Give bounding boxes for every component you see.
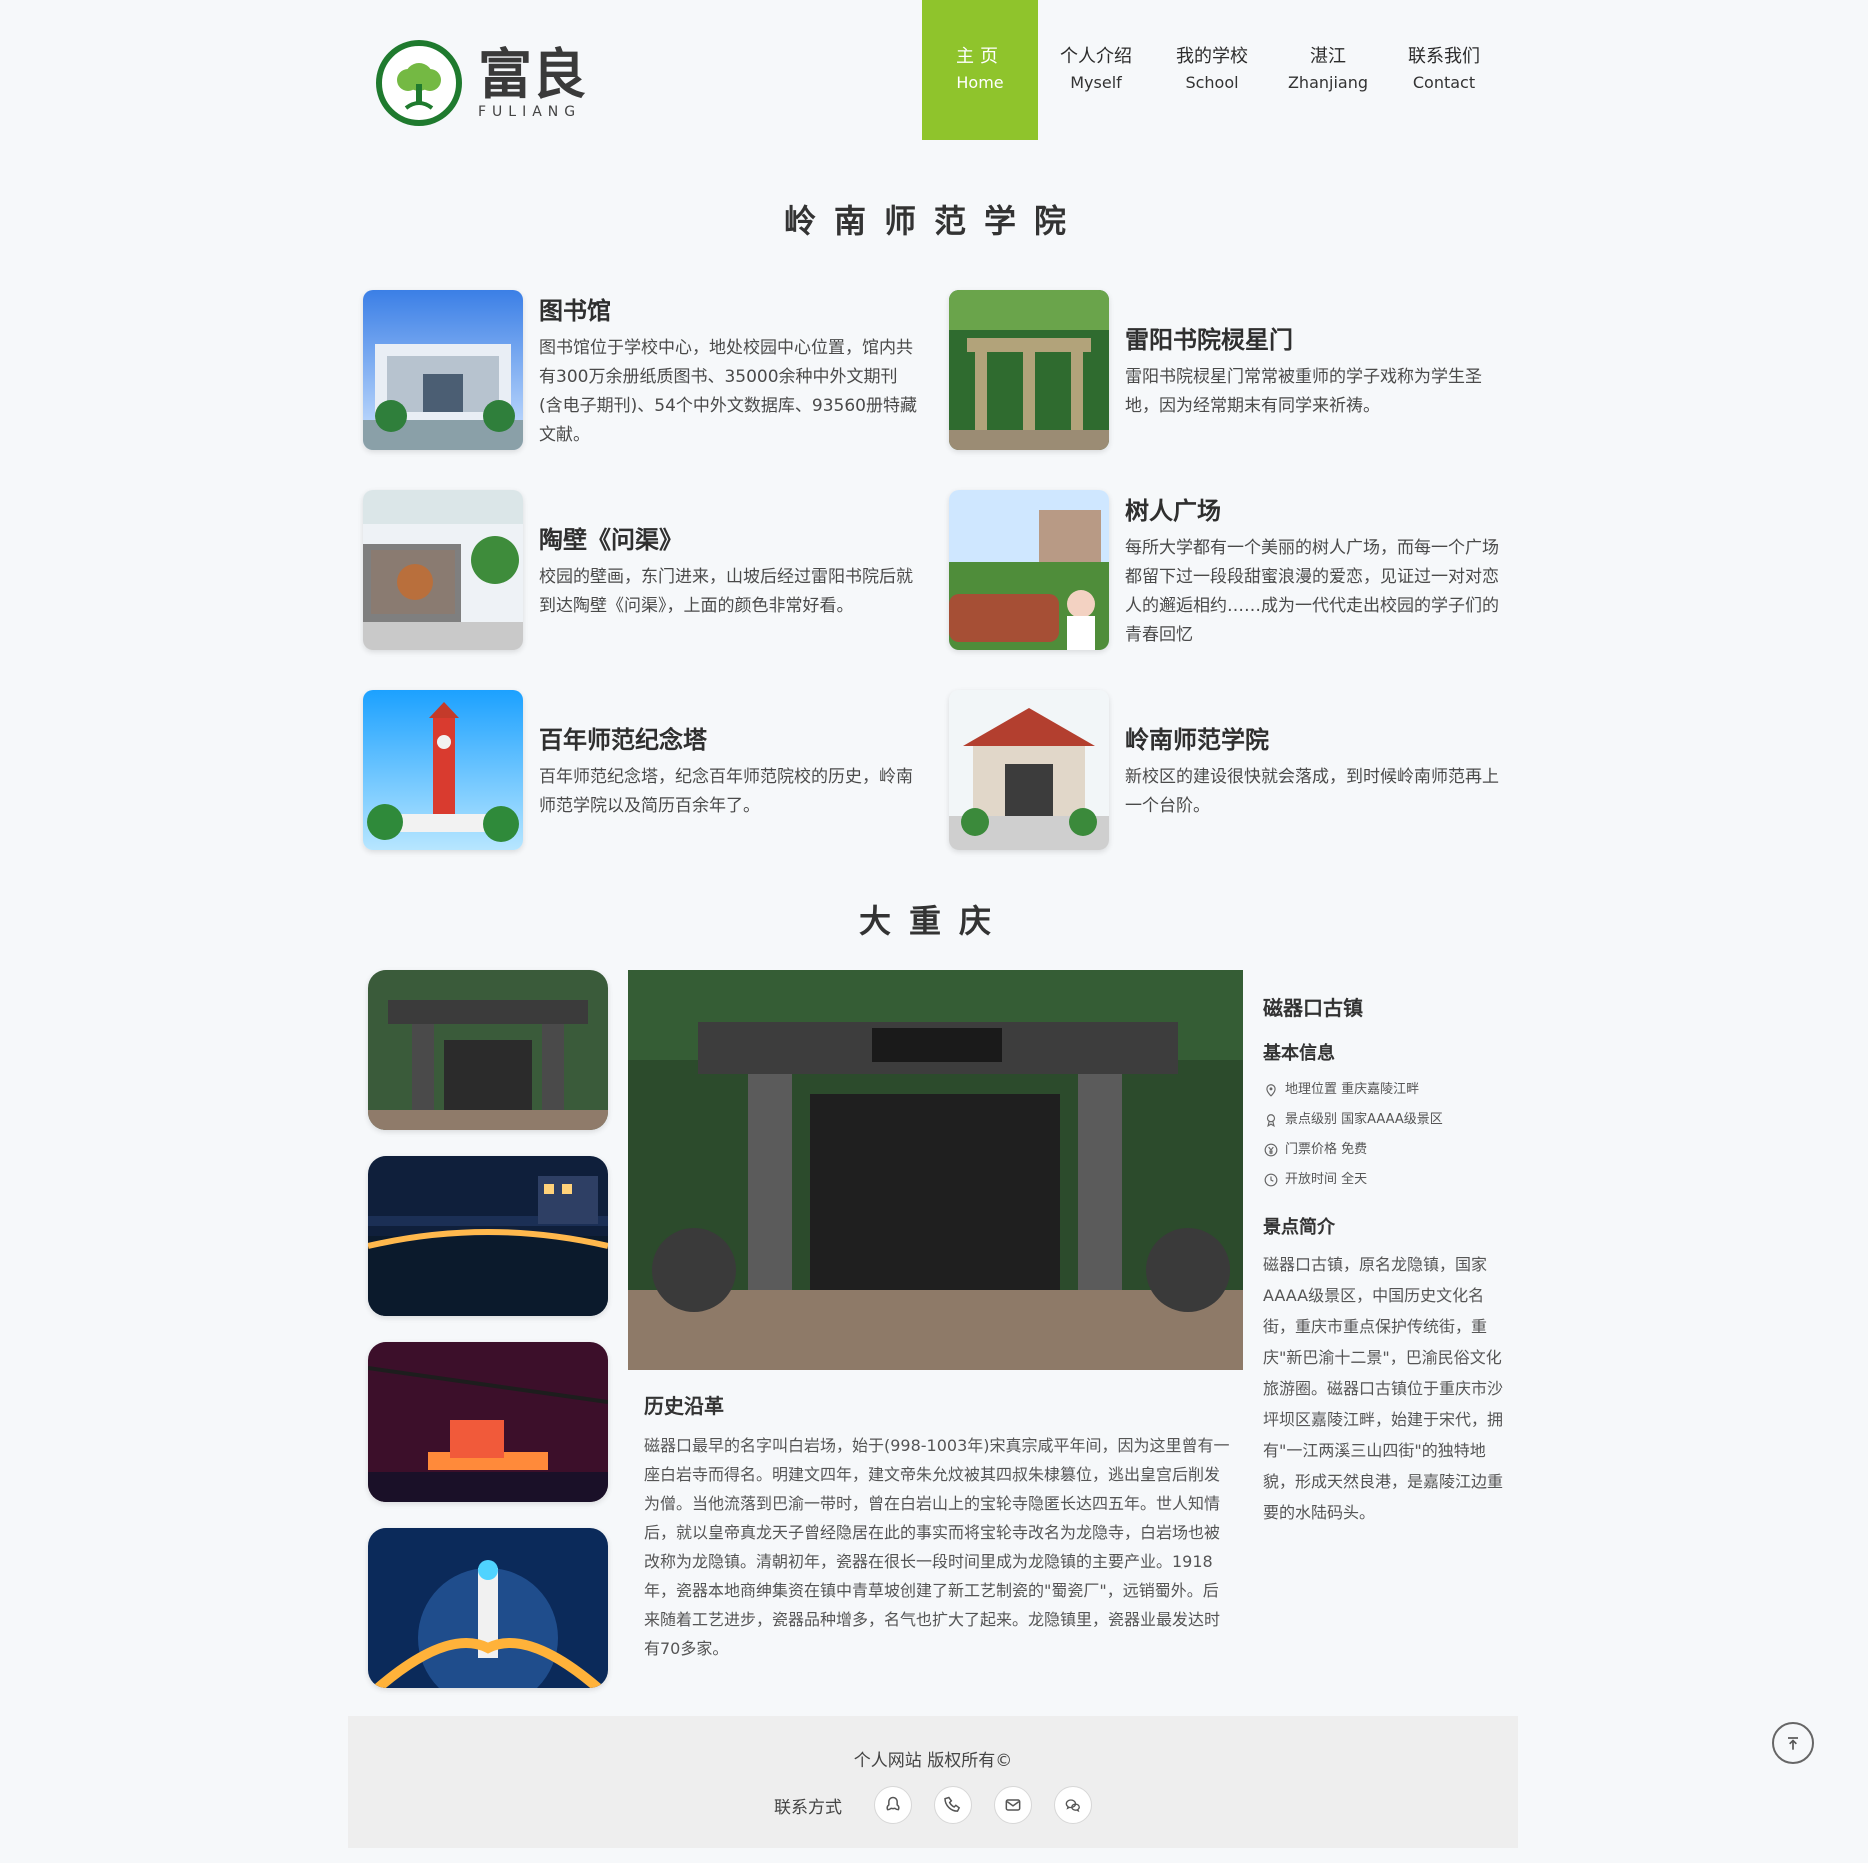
campus-card-title: 岭南师范学院 bbox=[1125, 725, 1269, 754]
history-text: 磁器口最早的名字叫白岩场，始于(998-1003年)宋真宗咸平年间，因为这里曾有… bbox=[644, 1436, 1230, 1658]
info-row-location: 地理位置 重庆嘉陵江畔 bbox=[1263, 1075, 1503, 1105]
ciqikou-main-photo bbox=[628, 970, 1243, 1370]
library-photo bbox=[363, 290, 523, 450]
footer: 个人网站 版权所有© 联系方式 bbox=[348, 1716, 1518, 1848]
campus-card-gate[interactable]: 雷阳书院棂星门 雷阳书院棂星门常常被重师的学子戏称为学生圣地，因为经常期末有同学… bbox=[949, 290, 1509, 450]
campus-gate-photo bbox=[949, 690, 1109, 850]
campus-card-body: 岭南师范学院 新校区的建设很快就会落成，到时候岭南师范再上一个台阶。 bbox=[1125, 690, 1505, 850]
info-row-price: 门票价格 免费 bbox=[1263, 1135, 1503, 1165]
page: 富良 FULIANG 主页 Home 个人介绍 Myself 我的学校 Scho… bbox=[0, 0, 1868, 1863]
nav-item-contact[interactable]: 联系我们 Contact bbox=[1386, 0, 1502, 140]
nav-myself-en: Myself bbox=[1070, 73, 1122, 92]
campus-card-body: 陶壁《问渠》 校园的壁画，东门进来，山坡后经过雷阳书院后就到达陶壁《问渠》，上面… bbox=[539, 490, 919, 650]
info-row-text: 景点级别 国家AAAA级景区 bbox=[1285, 1112, 1443, 1127]
brand[interactable]: 富良 FULIANG bbox=[376, 40, 586, 126]
main-nav: 主页 Home 个人介绍 Myself 我的学校 School 湛江 Zhanj… bbox=[922, 0, 1502, 140]
ciqikou-thumb[interactable] bbox=[368, 970, 608, 1130]
campus-card-title: 陶壁《问渠》 bbox=[539, 525, 683, 554]
mural-photo bbox=[363, 490, 523, 650]
cable-car-thumb[interactable] bbox=[368, 1342, 608, 1502]
contact-label: 联系方式 bbox=[774, 1797, 842, 1818]
info-panel: 磁器口古镇 基本信息 地理位置 重庆嘉陵江畔 景点级别 国家AAAA级景区 门票… bbox=[1263, 992, 1503, 1528]
contact-bar: 联系方式 bbox=[348, 1786, 1518, 1824]
nav-zhanjiang-en: Zhanjiang bbox=[1287, 73, 1369, 92]
jiefangbei-thumb[interactable] bbox=[368, 1528, 608, 1688]
nav-item-school[interactable]: 我的学校 School bbox=[1154, 0, 1270, 140]
info-row-text: 地理位置 重庆嘉陵江畔 bbox=[1285, 1082, 1420, 1097]
campus-card-mural[interactable]: 陶壁《问渠》 校园的壁画，东门进来，山坡后经过雷阳书院后就到达陶壁《问渠》，上面… bbox=[363, 490, 923, 650]
bridge-night-thumb[interactable] bbox=[368, 1156, 608, 1316]
nav-myself-cn: 个人介绍 bbox=[1060, 46, 1132, 67]
intro-title: 景点简介 bbox=[1263, 1217, 1335, 1238]
phone-icon[interactable] bbox=[934, 1786, 972, 1824]
nav-zhanjiang-cn: 湛江 bbox=[1310, 46, 1346, 67]
nav-home-en: Home bbox=[956, 73, 1004, 92]
campus-card-body: 百年师范纪念塔 百年师范纪念塔，纪念百年师范院校的历史，岭南师范学院以及简历百余… bbox=[539, 690, 919, 850]
award-icon bbox=[1263, 1112, 1279, 1128]
info-title: 磁器口古镇 bbox=[1263, 996, 1363, 1020]
campus-card-desc: 每所大学都有一个美丽的树人广场，而每一个广场都留下过一段段甜蜜浪漫的爱恋，见证过… bbox=[1125, 537, 1499, 645]
campus-card-tower[interactable]: 百年师范纪念塔 百年师范纪念塔，纪念百年师范院校的历史，岭南师范学院以及简历百余… bbox=[363, 690, 923, 850]
nav-contact-en: Contact bbox=[1412, 73, 1476, 92]
yen-icon bbox=[1263, 1142, 1279, 1158]
campus-card-square[interactable]: 树人广场 每所大学都有一个美丽的树人广场，而每一个广场都留下过一段段甜蜜浪漫的爱… bbox=[949, 490, 1509, 650]
history-title: 历史沿革 bbox=[644, 1394, 724, 1418]
info-row-text: 门票价格 免费 bbox=[1285, 1142, 1368, 1157]
copyright: 个人网站 版权所有© bbox=[853, 1751, 1013, 1771]
nav-school-cn: 我的学校 bbox=[1176, 46, 1248, 67]
campus-card-title: 雷阳书院棂星门 bbox=[1125, 325, 1293, 354]
brand-text: 富良 FULIANG bbox=[478, 46, 586, 120]
campus-card-campus-gate[interactable]: 岭南师范学院 新校区的建设很快就会落成，到时候岭南师范再上一个台阶。 bbox=[949, 690, 1509, 850]
back-to-top-icon[interactable] bbox=[1772, 1722, 1814, 1764]
qq-icon[interactable] bbox=[874, 1786, 912, 1824]
chongqing-section: 历史沿革 磁器口最早的名字叫白岩场，始于(998-1003年)宋真宗咸平年间，因… bbox=[368, 970, 1506, 1690]
campus-card-body: 雷阳书院棂星门 雷阳书院棂星门常常被重师的学子戏称为学生圣地，因为经常期末有同学… bbox=[1125, 290, 1505, 450]
location-icon bbox=[1263, 1082, 1279, 1098]
section-title-school: 岭南师范学院 bbox=[783, 202, 1084, 240]
tower-photo bbox=[363, 690, 523, 850]
campus-card-title: 树人广场 bbox=[1125, 496, 1221, 525]
basic-info-title: 基本信息 bbox=[1263, 1043, 1335, 1064]
campus-card-library[interactable]: 图书馆 图书馆位于学校中心，地处校园中心位置，馆内共有300万余册纸质图书、35… bbox=[363, 290, 923, 450]
intro-text: 磁器口古镇，原名龙隐镇，国家AAAA级景区，中国历史文化名街，重庆市重点保护传统… bbox=[1263, 1255, 1504, 1522]
mail-icon[interactable] bbox=[994, 1786, 1032, 1824]
campus-card-title: 百年师范纪念塔 bbox=[539, 725, 707, 754]
tree-logo-icon bbox=[376, 40, 462, 126]
nav-item-myself[interactable]: 个人介绍 Myself bbox=[1038, 0, 1154, 140]
info-row-hours: 开放时间 全天 bbox=[1263, 1165, 1503, 1195]
square-photo bbox=[949, 490, 1109, 650]
history-block: 历史沿革 磁器口最早的名字叫白岩场，始于(998-1003年)宋真宗咸平年间，因… bbox=[644, 1390, 1234, 1663]
brand-chinese: 富良 bbox=[478, 42, 586, 106]
campus-card-desc: 雷阳书院棂星门常常被重师的学子戏称为学生圣地，因为经常期末有同学来祈祷。 bbox=[1125, 366, 1482, 416]
campus-card-desc: 百年师范纪念塔，纪念百年师范院校的历史，岭南师范学院以及简历百余年了。 bbox=[539, 766, 913, 816]
site-header: 富良 FULIANG 主页 Home 个人介绍 Myself 我的学校 Scho… bbox=[0, 0, 1868, 140]
campus-card-desc: 校园的壁画，东门进来，山坡后经过雷阳书院后就到达陶壁《问渠》，上面的颜色非常好看… bbox=[539, 566, 913, 616]
brand-english: FULIANG bbox=[478, 104, 582, 120]
gate-photo bbox=[949, 290, 1109, 450]
clock-icon bbox=[1263, 1172, 1279, 1188]
campus-card-body: 图书馆 图书馆位于学校中心，地处校园中心位置，馆内共有300万余册纸质图书、35… bbox=[539, 290, 919, 450]
info-row-text: 开放时间 全天 bbox=[1285, 1172, 1368, 1187]
campus-card-title: 图书馆 bbox=[539, 296, 611, 325]
info-row-level: 景点级别 国家AAAA级景区 bbox=[1263, 1105, 1503, 1135]
nav-home-cn: 主页 bbox=[956, 46, 1004, 67]
nav-item-zhanjiang[interactable]: 湛江 Zhanjiang bbox=[1270, 0, 1386, 140]
campus-card-body: 树人广场 每所大学都有一个美丽的树人广场，而每一个广场都留下过一段段甜蜜浪漫的爱… bbox=[1125, 490, 1505, 650]
campus-card-desc: 图书馆位于学校中心，地处校园中心位置，馆内共有300万余册纸质图书、35000余… bbox=[539, 337, 917, 445]
campus-card-desc: 新校区的建设很快就会落成，到时候岭南师范再上一个台阶。 bbox=[1125, 766, 1499, 816]
wechat-icon[interactable] bbox=[1054, 1786, 1092, 1824]
nav-school-en: School bbox=[1185, 73, 1239, 92]
nav-item-home[interactable]: 主页 Home bbox=[922, 0, 1038, 140]
section-title-city: 大重庆 bbox=[858, 902, 1009, 940]
nav-contact-cn: 联系我们 bbox=[1408, 46, 1480, 67]
